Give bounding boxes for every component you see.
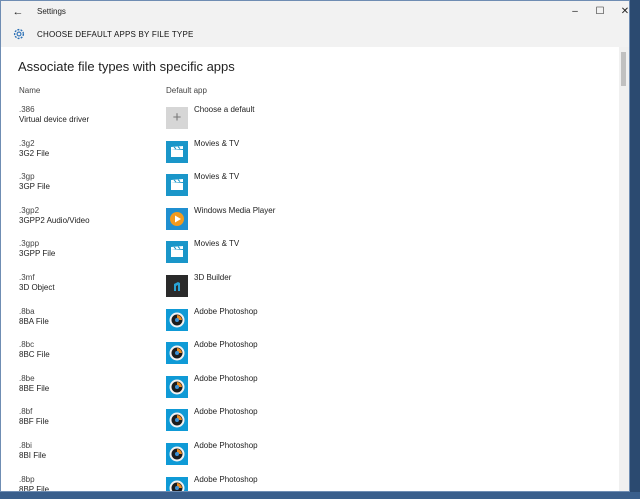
file-extension: .8bc (19, 340, 35, 350)
file-extension: .8bp (19, 474, 35, 484)
file-extension: .3g2 (19, 138, 35, 148)
file-type-description: 3D Object (19, 282, 55, 292)
file-extension: .3gp (19, 172, 35, 182)
scrollbar-thumb[interactable] (621, 52, 626, 86)
back-arrow-icon[interactable]: ← (10, 4, 26, 20)
file-type-row: .8ba 8BA File Adobe Photoshop (1, 304, 621, 338)
file-type-row: .386 Virtual device driver + Choose a defau… (1, 102, 621, 136)
file-type-description: 8BF File (19, 417, 49, 427)
column-header-name: Name (19, 86, 41, 95)
file-type-row: .3g2 3G2 File Movies & TV (1, 136, 621, 170)
adobe-photoshop-icon[interactable] (166, 342, 188, 365)
file-extension: .8bi (19, 440, 32, 450)
file-type-row: .3gpp 3GPP File Movies & TV (1, 236, 621, 270)
file-type-row: .8bc 8BC File Adobe Photoshop (1, 337, 621, 371)
file-type-description: 8BP File (19, 484, 50, 491)
minimize-button[interactable]: – (563, 4, 587, 20)
main-content: Associate file types with specific apps … (1, 47, 621, 491)
file-extension: .8ba (19, 306, 35, 316)
title-bar: ← Settings – ☐ ✕ (1, 1, 629, 23)
file-type-description: 8BC File (19, 350, 50, 360)
file-extension: .3gpp (19, 239, 40, 249)
file-type-row: .8bf 8BF File Adobe Photoshop (1, 404, 621, 438)
default-app-button[interactable]: Adobe Photoshop (194, 340, 258, 350)
default-app-button[interactable]: Adobe Photoshop (194, 441, 258, 451)
file-type-description: 3G2 File (19, 148, 50, 158)
file-extension: .8be (19, 373, 35, 383)
adobe-photoshop-icon[interactable] (166, 308, 188, 331)
file-type-row: .3gp2 3GPP2 Audio/Video Windows Media Play… (1, 203, 621, 237)
default-app-button[interactable]: Adobe Photoshop (194, 475, 258, 485)
file-type-description: 3GPP2 Audio/Video (19, 215, 90, 225)
vertical-scrollbar[interactable] (619, 47, 629, 491)
adobe-photoshop-icon[interactable] (166, 476, 188, 491)
page-title: CHOOSE DEFAULT APPS BY FILE TYPE (37, 30, 194, 39)
file-type-list: .386 Virtual device driver + Choose a defau… (1, 102, 621, 491)
adobe-photoshop-icon[interactable] (166, 375, 188, 398)
column-header-default-app: Default app (166, 86, 207, 95)
adobe-photoshop-icon[interactable] (166, 409, 188, 432)
file-extension: .3mf (19, 272, 35, 282)
file-type-row: .3gp 3GP File Movies & TV (1, 169, 621, 203)
window-title: Settings (37, 7, 66, 16)
movies-tv-icon[interactable] (166, 174, 188, 197)
adobe-photoshop-icon[interactable] (166, 442, 188, 465)
page-header: CHOOSE DEFAULT APPS BY FILE TYPE (1, 23, 629, 47)
desktop-background (0, 492, 640, 499)
movies-tv-icon[interactable] (166, 140, 188, 163)
file-type-description: 8BA File (19, 316, 49, 326)
file-type-description: 8BI File (19, 450, 47, 460)
default-app-button[interactable]: 3D Builder (194, 273, 231, 283)
default-app-button[interactable]: Windows Media Player (194, 206, 275, 216)
section-heading: Associate file types with specific apps (18, 59, 235, 74)
file-type-description: Virtual device driver (19, 115, 90, 124)
default-app-button[interactable]: Adobe Photoshop (194, 307, 258, 317)
file-type-description: 8BE File (19, 383, 50, 393)
maximize-button[interactable]: ☐ (588, 4, 612, 20)
plus-icon[interactable]: + (166, 107, 188, 129)
default-app-button[interactable]: Adobe Photoshop (194, 374, 258, 384)
default-app-button[interactable]: Movies & TV (194, 139, 239, 149)
default-app-button[interactable]: Choose a default (194, 105, 255, 115)
default-app-button[interactable]: Movies & TV (194, 172, 239, 182)
file-type-description: 3GP File (19, 182, 50, 192)
3d-builder-icon[interactable] (166, 274, 188, 297)
default-app-button[interactable]: Movies & TV (194, 239, 239, 249)
file-type-row: .8bp 8BP File Adobe Photoshop (1, 472, 621, 491)
file-type-row: .8bi 8BI File Adobe Photoshop (1, 438, 621, 472)
file-type-description: 3GPP File (19, 249, 56, 259)
settings-window: ← Settings – ☐ ✕ CHOOSE DEFAULT APPS BY … (0, 0, 630, 492)
windows-media-player-icon[interactable] (166, 207, 188, 230)
close-button[interactable]: ✕ (613, 4, 629, 20)
file-type-row: .3mf 3D Object 3D Builder (1, 270, 621, 304)
gear-icon (13, 28, 25, 40)
default-app-button[interactable]: Adobe Photoshop (194, 407, 258, 417)
file-extension: .3gp2 (19, 205, 40, 215)
file-extension: .8bf (19, 407, 33, 417)
movies-tv-icon[interactable] (166, 241, 188, 264)
file-extension: .386 (19, 105, 35, 114)
file-type-row: .8be 8BE File Adobe Photoshop (1, 371, 621, 405)
